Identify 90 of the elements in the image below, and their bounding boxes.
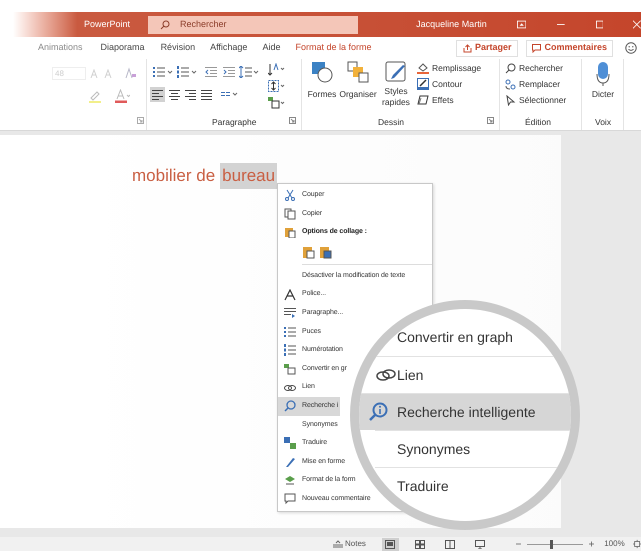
comments-button[interactable]: Commentaires [526,40,613,56]
smartart-icon[interactable] [268,97,285,109]
zoom-out-icon[interactable] [516,541,521,547]
notes-icon [333,540,343,548]
ribbon-tab[interactable]: Aide [262,41,280,55]
fill-button[interactable]: Remplissage [417,62,482,75]
bullets-icon[interactable] [153,66,173,78]
paste-icon[interactable] [302,244,315,259]
translate-icon [284,437,296,450]
decrease-indent-icon[interactable] [205,66,217,78]
menu-item[interactable]: Synonymes [375,430,571,467]
increase-indent-icon[interactable] [223,66,235,78]
search-icon [368,402,388,422]
format-brush-icon [284,456,296,468]
menu-item[interactable]: Convertir en graph [375,319,571,356]
search-icon [284,400,296,412]
outline-button[interactable]: Contour [417,78,462,91]
group-label: Voix [595,116,612,129]
microphone-icon [596,62,610,86]
ribbon-tab[interactable]: Diaporama [100,41,145,55]
ribbon-tab[interactable]: Animations [38,41,83,55]
zoom-level[interactable]: 100% [604,538,625,550]
ribbon-display-icon[interactable] [516,20,526,29]
quick-styles-button[interactable]: Styles rapides [378,61,414,108]
select-button[interactable]: Sélectionner [505,94,566,107]
minimize-icon[interactable] [557,24,565,25]
brush-icon [385,61,407,83]
font-icon [284,288,296,301]
group-label: Paragraphe [212,116,256,129]
numbering-icon[interactable] [177,66,197,78]
bullets-icon [284,326,296,338]
shapes-button[interactable]: Formes [305,61,339,101]
effects-icon [417,94,429,106]
menu-item[interactable]: Traduire [375,467,571,504]
shape-format-icon [284,474,296,487]
arrange-icon [347,61,369,83]
find-button[interactable]: Rechercher [505,62,563,75]
comment-icon [532,44,542,52]
text-direction-icon[interactable] [268,63,285,76]
justify-icon[interactable] [201,90,212,100]
zoom-in-icon[interactable] [589,541,594,547]
line-spacing-icon[interactable] [239,66,259,78]
clipboard-icon [284,226,296,238]
pen-icon [417,78,429,90]
maximize-icon[interactable] [596,20,604,29]
comment-icon [284,493,296,506]
search-icon [160,20,170,30]
share-button[interactable]: Partager [456,40,518,56]
group-label: Édition [525,116,551,129]
paragraph-icon [284,307,296,320]
pointer-icon [505,94,516,106]
fit-slide-icon[interactable] [632,539,641,549]
numbering-icon [284,344,296,356]
paste-picture-icon[interactable] [319,244,332,259]
ribbon-tab[interactable]: Format de la forme [295,41,372,55]
effects-button[interactable]: Effets [417,94,454,107]
copy-icon [284,208,296,220]
normal-view-icon[interactable] [382,538,399,550]
dialog-launcher-icon[interactable] [487,117,494,124]
font-color-icon[interactable] [114,89,130,103]
group-label: Dessin [378,116,404,129]
dictate-button[interactable]: Dicter [588,62,618,101]
replace-button[interactable]: Remplacer [505,78,560,91]
ribbon-tab[interactable]: Révision [160,41,196,55]
slide-text: bureau [220,163,278,188]
align-right-icon[interactable] [185,90,196,100]
smartart-icon [284,363,296,376]
notes-button[interactable]: Notes [333,538,366,550]
window-title: PowerPoint [84,18,130,31]
slide-text: mobilier de [132,165,216,187]
search-icon [505,62,516,74]
align-center-icon[interactable] [169,90,180,100]
paint-bucket-icon [417,62,429,74]
share-icon [462,44,472,52]
shapes-icon [311,61,333,83]
scissors-icon [284,189,296,202]
user-name[interactable]: Jacqueline Martin [416,18,487,32]
replace-icon [505,78,516,90]
align-left-icon [152,90,163,100]
menu-item[interactable]: Recherche intelligente [359,393,571,430]
smiley-icon[interactable] [625,42,637,54]
align-text-icon[interactable] [268,80,285,92]
columns-icon[interactable] [221,91,239,99]
dialog-launcher-icon[interactable] [289,117,296,124]
align-left-button[interactable] [150,87,165,102]
close-icon[interactable] [633,20,641,29]
zoom-slider[interactable] [526,540,584,548]
ribbon-tab[interactable]: Affichage [210,41,248,55]
search-field[interactable]: Rechercher [148,16,358,34]
arrange-button[interactable]: Organiser [338,61,378,101]
